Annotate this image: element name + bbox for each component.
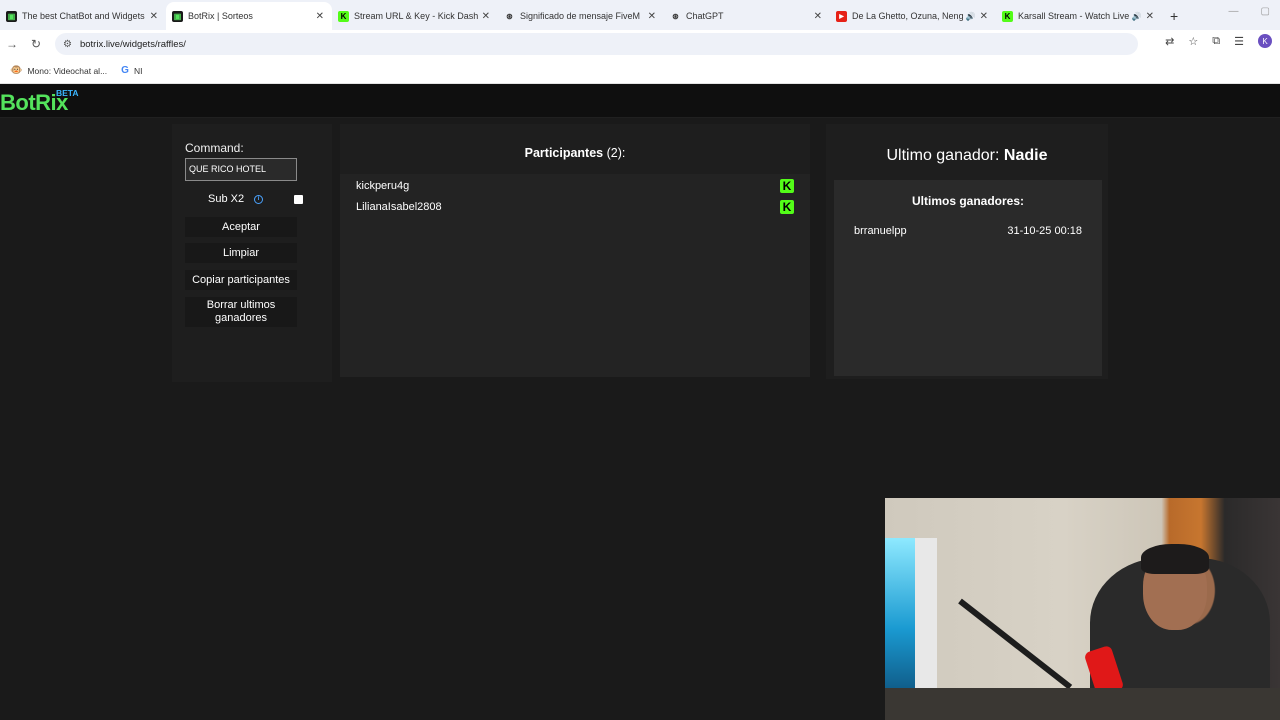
- browser-toolbar: → ↻ ⚙ botrix.live/widgets/raffles/ ⇄ ☆ ⧉…: [0, 30, 1280, 58]
- participant-name: kickperu4g: [356, 180, 410, 192]
- bookmark-label: NI: [133, 65, 143, 76]
- winner-date: 31-10-25 00:18: [1007, 225, 1082, 237]
- translate-icon[interactable]: ⇄: [1165, 35, 1174, 48]
- sub-x2-label: Sub X2: [208, 193, 245, 205]
- sub-x2-row: Sub X2 i: [208, 190, 308, 208]
- media-icon[interactable]: ☰: [1234, 35, 1244, 48]
- tab-title: Karsall Stream - Watch Live: [1018, 11, 1129, 21]
- beta-badge: BETA: [56, 88, 79, 98]
- botrix-icon: ▣: [172, 10, 183, 22]
- winners-panel: Ultimo ganador: Nadie Ultimos ganadores:…: [826, 124, 1108, 379]
- reload-icon[interactable]: ↻: [24, 37, 48, 51]
- site-info-icon[interactable]: ⚙: [63, 39, 72, 50]
- kick-icon: K: [780, 200, 794, 214]
- bookmark-star-icon[interactable]: ☆: [1188, 35, 1198, 48]
- bookmark-item[interactable]: G NI: [121, 65, 142, 76]
- last-winner: Ultimo ganador: Nadie: [826, 147, 1108, 165]
- last-winner-label: Ultimo ganador:: [886, 147, 1000, 164]
- bookmarks-bar: 🐵 Mono: Videochat al... G NI: [0, 58, 1280, 84]
- participant-row: LilianaIsabel2808 K: [356, 197, 794, 217]
- bookmark-item[interactable]: 🐵 Mono: Videochat al...: [10, 65, 107, 76]
- google-icon: G: [121, 65, 129, 76]
- maximize-icon[interactable]: ▢: [1261, 6, 1270, 17]
- webcam-person-hair: [1141, 544, 1209, 574]
- winner-name: brranuelpp: [854, 225, 907, 237]
- close-icon[interactable]: ✕: [482, 11, 490, 22]
- tab-title: The best ChatBot and Widgets: [22, 11, 145, 21]
- kick-icon: K: [780, 179, 794, 193]
- tab-title: Stream URL & Key - Kick Dashb: [354, 11, 478, 21]
- tab-strip: ▣ The best ChatBot and Widgets ✕ ▣ BotRi…: [0, 0, 1280, 30]
- participants-panel: Participantes (2): kickperu4g K LilianaI…: [340, 124, 810, 377]
- toolbar-actions: ⇄ ☆ ⧉ ☰ K: [1165, 34, 1272, 48]
- speaker-icon[interactable]: 🔊: [1132, 12, 1142, 21]
- sub-x2-checkbox[interactable]: [294, 195, 303, 204]
- tab-fivem[interactable]: ⊛ Significado de mensaje FiveM ✕: [498, 2, 664, 30]
- participants-header: Participantes (2):: [340, 124, 810, 174]
- info-icon[interactable]: i: [254, 194, 264, 204]
- participants-count: (2):: [606, 146, 626, 160]
- address-bar[interactable]: ⚙ botrix.live/widgets/raffles/: [55, 33, 1138, 55]
- command-input[interactable]: QUE RICO HOTEL: [185, 158, 297, 181]
- winner-row: brranuelpp 31-10-25 00:18: [854, 225, 1082, 237]
- close-icon[interactable]: ✕: [1146, 11, 1154, 22]
- monkey-icon: 🐵: [10, 65, 23, 76]
- accept-button[interactable]: Aceptar: [185, 217, 297, 237]
- tab-title: ChatGPT: [686, 11, 724, 21]
- tab-botrix-home[interactable]: ▣ The best ChatBot and Widgets ✕: [0, 2, 166, 30]
- minimize-icon[interactable]: —: [1229, 6, 1239, 17]
- participants-title: Participantes (2):: [340, 146, 810, 160]
- copy-participants-button[interactable]: Copiar participantes: [185, 270, 297, 290]
- command-label: Command:: [185, 141, 244, 155]
- delete-winners-button[interactable]: Borrar ultimos ganadores: [185, 297, 297, 327]
- chatgpt-icon: ⊛: [506, 11, 513, 21]
- botrix-icon: ▣: [6, 10, 17, 22]
- tab-kick-dashboard[interactable]: K Stream URL & Key - Kick Dashb ✕: [332, 2, 498, 30]
- close-icon[interactable]: ✕: [150, 11, 158, 22]
- tab-kick-stream[interactable]: K Karsall Stream - Watch Live 🔊 ✕: [996, 2, 1162, 30]
- participant-row: kickperu4g K: [356, 176, 794, 196]
- webcam-overlay: [885, 498, 1280, 720]
- youtube-icon: ▶: [836, 10, 847, 22]
- participant-name: LilianaIsabel2808: [356, 201, 442, 213]
- tab-youtube[interactable]: ▶ De La Ghetto, Ozuna, Neng 🔊 ✕: [830, 2, 996, 30]
- participants-title-text: Participantes: [524, 146, 604, 160]
- recent-winners-title: Ultimos ganadores:: [911, 194, 1025, 208]
- close-icon[interactable]: ✕: [980, 11, 988, 22]
- chatgpt-icon: ⊛: [672, 11, 679, 21]
- kick-icon: K: [338, 10, 349, 22]
- last-winner-value: Nadie: [1003, 147, 1048, 164]
- raffle-controls: Command: QUE RICO HOTEL Sub X2 i Aceptar…: [172, 124, 332, 382]
- close-icon[interactable]: ✕: [316, 11, 324, 22]
- webcam-desk: [885, 688, 1280, 720]
- speaker-icon[interactable]: 🔊: [966, 12, 976, 21]
- new-tab-icon[interactable]: +: [1170, 2, 1178, 30]
- profile-avatar[interactable]: K: [1258, 34, 1272, 48]
- recent-winners-box: Ultimos ganadores: brranuelpp 31-10-25 0…: [834, 180, 1102, 376]
- forward-icon[interactable]: →: [0, 37, 24, 51]
- close-icon[interactable]: ✕: [814, 11, 822, 22]
- bookmark-label: Mono: Videochat al...: [27, 65, 108, 76]
- tab-title: BotRix | Sorteos: [188, 11, 253, 21]
- tab-title: Significado de mensaje FiveM: [520, 11, 641, 21]
- clear-button[interactable]: Limpiar: [185, 243, 297, 263]
- kick-icon: K: [1002, 10, 1013, 22]
- site-header: BotRix BETA: [0, 84, 1280, 118]
- url-text: botrix.live/widgets/raffles/: [79, 38, 186, 50]
- window-controls: — ▢: [1229, 6, 1270, 17]
- tab-botrix-sorteos[interactable]: ▣ BotRix | Sorteos ✕: [166, 2, 332, 30]
- tab-chatgpt[interactable]: ⊛ ChatGPT ✕: [664, 2, 830, 30]
- tab-title: De La Ghetto, Ozuna, Neng: [852, 11, 963, 21]
- extensions-icon[interactable]: ⧉: [1212, 35, 1220, 48]
- close-icon[interactable]: ✕: [648, 11, 656, 22]
